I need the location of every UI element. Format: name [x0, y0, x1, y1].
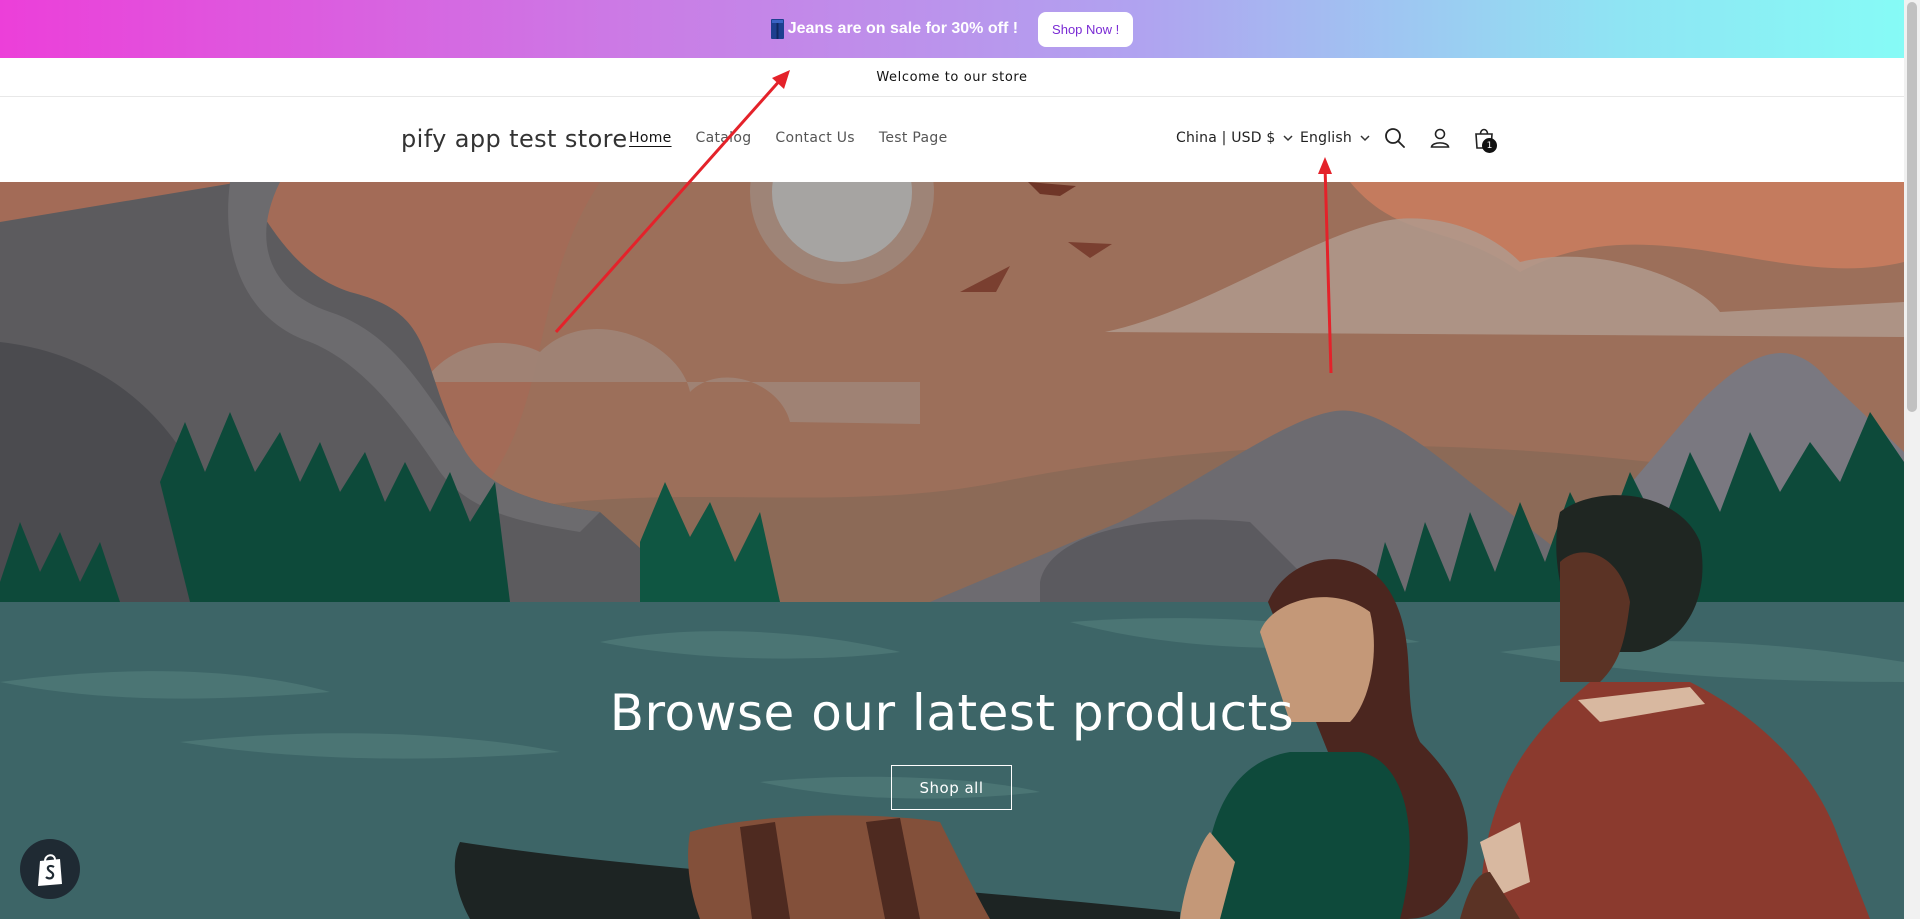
country-selector-label: China | USD $	[1176, 130, 1276, 146]
hero-heading: Browse our latest products	[609, 684, 1295, 742]
announcement-bar: Welcome to our store	[0, 58, 1904, 97]
main-nav: Home Catalog Contact Us Test Page	[629, 130, 948, 146]
chevron-down-icon	[1360, 134, 1370, 141]
shop-all-button[interactable]: Shop all	[891, 765, 1012, 810]
chevron-down-icon	[1283, 134, 1294, 141]
shop-now-button[interactable]: Shop Now !	[1038, 11, 1134, 47]
announcement-text: Welcome to our store	[876, 69, 1028, 85]
account-icon[interactable]	[1428, 126, 1452, 150]
site-header: pify app test store Home Catalog Contact…	[0, 97, 1904, 182]
nav-link-contact-us[interactable]: Contact Us	[775, 130, 854, 146]
scrollbar-thumb[interactable]	[1907, 2, 1917, 412]
language-selector-label: English	[1300, 130, 1352, 146]
shopify-logo-icon	[38, 854, 62, 886]
page-scrollbar[interactable]	[1904, 0, 1920, 919]
nav-link-home[interactable]: Home	[629, 130, 672, 146]
hero-banner: Browse our latest products Shop all	[0, 182, 1904, 919]
nav-link-catalog[interactable]: Catalog	[696, 130, 752, 146]
cart-count-badge: 1	[1482, 138, 1497, 153]
nav-link-test-page[interactable]: Test Page	[879, 130, 948, 146]
promo-banner: Jeans are on sale for 30% off ! Shop Now…	[0, 0, 1904, 58]
country-selector[interactable]: China | USD $	[1176, 130, 1294, 146]
search-icon[interactable]	[1383, 126, 1407, 150]
jeans-icon	[770, 19, 784, 39]
promo-message: Jeans are on sale for 30% off !	[787, 20, 1019, 37]
store-logo[interactable]: pify app test store	[401, 125, 628, 153]
language-selector[interactable]: English	[1300, 130, 1370, 146]
shopify-bag-icon[interactable]	[20, 839, 80, 899]
promo-text-group: Jeans are on sale for 30% off !	[770, 19, 1019, 39]
